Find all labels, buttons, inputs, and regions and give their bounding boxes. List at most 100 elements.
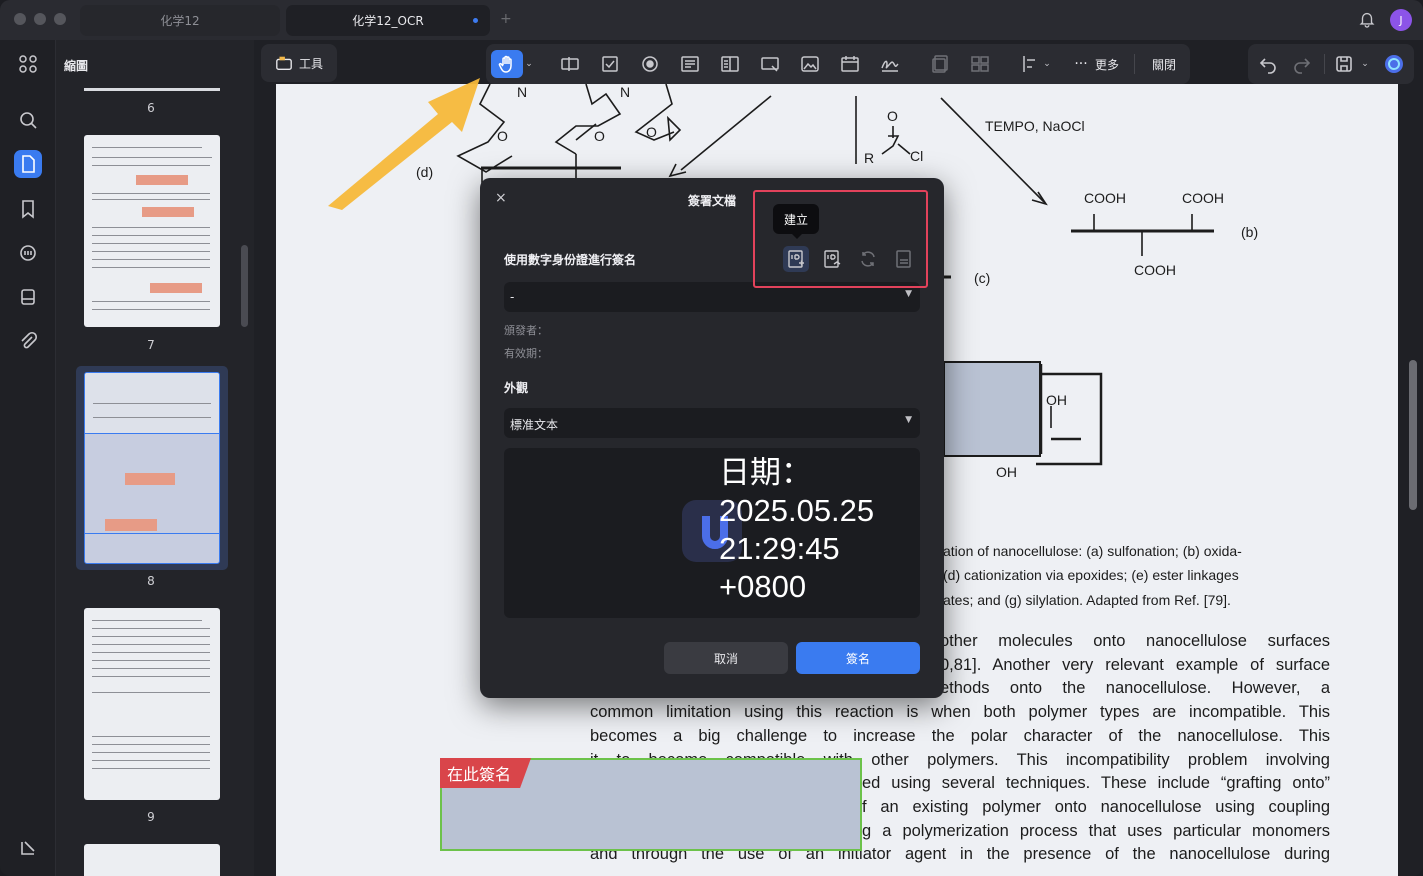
body-text-line: common limitation using this reaction is… [590, 703, 1330, 721]
sign-button[interactable]: 簽名 [796, 642, 920, 674]
signature-preview: 日期： 2025.05.25 21:29:45 +0800 [504, 448, 920, 618]
thumbnail-panel-title: 縮圖 [64, 59, 89, 73]
save-icon[interactable] [1330, 50, 1358, 78]
page-number: 9 [147, 810, 155, 824]
comments-icon[interactable] [14, 239, 42, 267]
stamp-icon[interactable] [14, 283, 42, 311]
left-sidebar [0, 40, 56, 876]
page-number: 7 [147, 338, 155, 352]
chem-label-oh: OH [1046, 392, 1067, 408]
appearance-select[interactable]: 標准文本 ▼ [504, 408, 920, 438]
user-avatar[interactable]: J [1390, 9, 1412, 31]
figure-caption-line: (d) cationization via epoxides; (e) este… [943, 567, 1239, 583]
chem-label-cooh: COOH [1182, 190, 1224, 206]
cancel-label: 取消 [713, 651, 738, 666]
chem-label-o: O [887, 108, 898, 124]
minimize-window-button[interactable] [34, 13, 46, 25]
validity-label: 有效期： [504, 347, 548, 360]
more-button[interactable]: 更多 [1095, 56, 1119, 73]
chevron-down-icon[interactable]: ⌄ [522, 50, 536, 78]
undo-icon[interactable] [1254, 50, 1282, 78]
document-scrollbar[interactable] [1409, 360, 1417, 510]
toolbar-divider [1134, 54, 1135, 74]
sign-here-tag: 在此簽名 [440, 758, 532, 788]
page-number: 8 [147, 574, 155, 588]
chem-label-n: N [620, 84, 631, 100]
checkbox-icon[interactable] [596, 50, 624, 78]
tools-label: 工具 [298, 56, 323, 71]
attachment-icon[interactable] [14, 327, 42, 355]
search-icon[interactable] [14, 106, 42, 134]
yellow-arrow-icon [328, 78, 480, 210]
sign-here-label: 在此簽名 [447, 765, 512, 784]
tab-document-2[interactable]: 化学12_OCR [286, 5, 490, 36]
body-text-line: ed using several techniques. These inclu… [862, 774, 1330, 792]
signature-field-icon[interactable] [876, 50, 904, 78]
figure-label-c: (c) [974, 270, 991, 286]
toolbar-divider [1324, 54, 1325, 74]
page-7-thumbnail[interactable] [84, 135, 220, 327]
issuer-label: 頒發者： [504, 324, 548, 337]
button-field-icon[interactable] [756, 50, 784, 78]
app-window: 化学12 化学12_OCR + J 縮圖 6 7 8 9 工具 ⌄ ⌄ ··· … [0, 0, 1423, 876]
chevron-down-icon[interactable]: ⌄ [1358, 50, 1372, 78]
image-field-icon[interactable] [796, 50, 824, 78]
dropdown-field-icon[interactable] [716, 50, 744, 78]
grid-layout-icon[interactable] [966, 50, 994, 78]
body-text-line: becomes a big challenge to increase the … [590, 727, 1330, 745]
body-text-line: ethods onto the nanocellulose. However, … [940, 679, 1330, 697]
right-toolbar: ⌄ [1248, 44, 1414, 84]
chem-label-o: O [594, 128, 605, 144]
form-toolbar: ⌄ ⌄ ··· 更多 關閉 [486, 44, 1190, 84]
chem-label-o: O [646, 124, 657, 140]
grid-view-icon[interactable] [14, 50, 42, 78]
more-dots-icon[interactable]: ··· [1070, 50, 1092, 78]
list-box-icon[interactable] [676, 50, 704, 78]
page-8-thumbnail[interactable] [84, 372, 220, 564]
chevron-down-icon: ▼ [905, 289, 912, 299]
cancel-button[interactable]: 取消 [664, 642, 788, 674]
redo-icon[interactable] [1288, 50, 1316, 78]
page-6-thumbnail-edge[interactable] [84, 88, 220, 91]
chem-label-cl: Cl [910, 148, 924, 164]
page-10-thumbnail[interactable] [84, 844, 220, 876]
duplicate-icon[interactable] [926, 50, 954, 78]
signature-preview-text: 日期： 2025.05.25 21:29:45 +0800 [719, 454, 874, 606]
digital-id-label: 使用數字身份證進行簽名 [504, 253, 637, 267]
thumbnail-scrollbar[interactable] [241, 245, 248, 327]
ai-assistant-icon[interactable] [1380, 50, 1408, 78]
layers-icon[interactable] [14, 834, 42, 862]
tab-label: 化学12 [160, 14, 200, 28]
appearance-label: 外觀 [504, 381, 529, 395]
preview-line: 21:29:45 [719, 531, 840, 566]
chem-label-n: N [517, 84, 528, 100]
thumbnail-panel: 縮圖 6 7 8 9 [56, 40, 254, 876]
date-field-icon[interactable] [836, 50, 864, 78]
thumbnails-icon[interactable] [14, 150, 42, 178]
user-initial: J [1399, 13, 1403, 27]
page-9-thumbnail[interactable] [84, 608, 220, 800]
preview-line: 日期： [719, 455, 812, 490]
preview-line: 2025.05.25 [719, 493, 875, 528]
body-text-line: other molecules onto nanocellulose surfa… [940, 632, 1330, 650]
chevron-down-icon: ▼ [905, 415, 912, 425]
preview-line: +0800 [719, 569, 807, 604]
text-field-icon[interactable] [556, 50, 584, 78]
notification-bell-icon[interactable] [1358, 10, 1376, 28]
reagent-label: TEMPO, NaOCl [985, 118, 1085, 134]
figure-caption-line: ates; and (g) silylation. Adapted from R… [943, 592, 1231, 608]
chem-label-r: R [864, 150, 875, 166]
chevron-down-icon[interactable]: ⌄ [1040, 50, 1054, 78]
close-toolbar-button[interactable]: 關閉 [1152, 56, 1176, 73]
tab-label: 化学12_OCR [352, 14, 424, 28]
tab-document-1[interactable]: 化学12 [80, 5, 280, 36]
title-bar: 化学12 化学12_OCR + J [0, 0, 1423, 40]
body-text-line: f an existing polymer onto nanocellulose… [862, 798, 1330, 816]
create-tooltip: 建立 [773, 204, 819, 239]
bookmark-icon[interactable] [14, 195, 42, 223]
radio-button-icon[interactable] [636, 50, 664, 78]
close-window-button[interactable] [14, 13, 26, 25]
sign-label: 簽名 [845, 651, 870, 666]
maximize-window-button[interactable] [54, 13, 66, 25]
new-tab-icon[interactable]: + [500, 11, 512, 27]
